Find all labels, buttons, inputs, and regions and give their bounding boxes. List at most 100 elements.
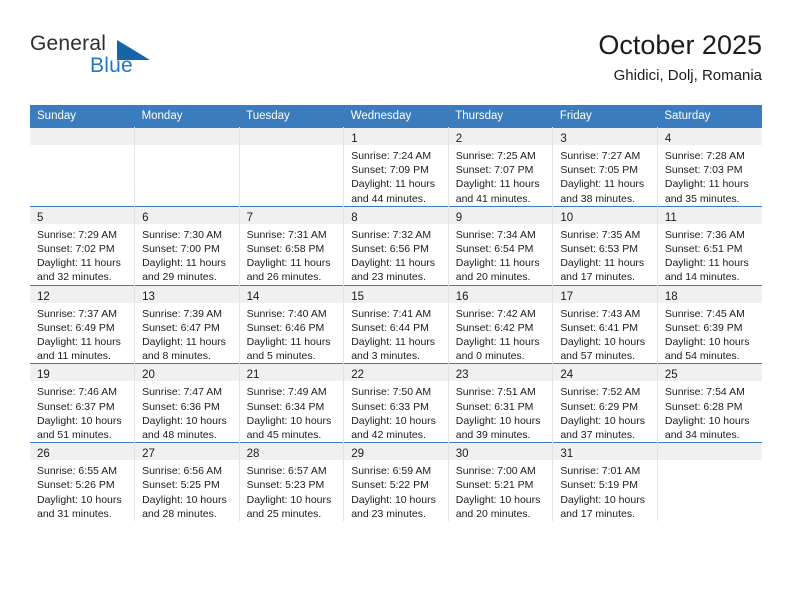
day-number-strip: 27 <box>135 443 239 461</box>
calendar-day-cell[interactable]: 2 Sunrise: 7:25 AM Sunset: 7:07 PM Daylight… <box>448 127 554 207</box>
calendar-day-cell[interactable]: 22 Sunrise: 7:50 AM Sunset: 6:33 PM Dayligh… <box>343 363 449 443</box>
day-number-strip: 8 <box>344 206 448 224</box>
calendar-day-cell[interactable]: 28 Sunrise: 6:57 AM Sunset: 5:23 PM Dayligh… <box>239 442 345 522</box>
calendar-cell-empty <box>657 442 762 522</box>
day-number: 19 <box>37 369 50 382</box>
calendar-day-cell[interactable]: 12 Sunrise: 7:37 AM Sunset: 6:49 PM Dayligh… <box>30 284 136 364</box>
calendar-day-cell[interactable]: 23 Sunrise: 7:51 AM Sunset: 6:31 PM Dayligh… <box>448 363 554 443</box>
daylight-text-line2: and 32 minutes. <box>37 271 112 284</box>
calendar-day-cell[interactable]: 6 Sunrise: 7:30 AM Sunset: 7:00 PM Daylight… <box>134 205 240 286</box>
calendar-day-cell[interactable]: 9 Sunrise: 7:34 AM Sunset: 6:54 PM Daylight… <box>448 205 554 286</box>
day-details: Sunrise: 7:01 AM Sunset: 5:19 PM Daylight:… <box>553 460 657 521</box>
day-number-strip: 5 <box>30 206 135 224</box>
calendar-day-cell[interactable]: 27 Sunrise: 6:56 AM Sunset: 5:25 PM Dayligh… <box>134 442 240 522</box>
calendar-day-cell[interactable]: 1 Sunrise: 7:24 AM Sunset: 7:09 PM Daylight… <box>343 127 449 207</box>
calendar-day-cell[interactable]: 13 Sunrise: 7:39 AM Sunset: 6:47 PM Dayligh… <box>134 284 240 364</box>
sunrise-text: Sunrise: 7:36 AM <box>664 228 745 241</box>
sunrise-text: Sunrise: 6:55 AM <box>37 465 117 478</box>
daylight-text-line1: Daylight: 10 hours <box>246 493 332 506</box>
day-number-strip: 23 <box>448 364 553 382</box>
sunset-text: Sunset: 5:22 PM <box>351 479 429 492</box>
day-number-strip: 17 <box>553 285 657 303</box>
day-number-strip: 15 <box>344 285 448 303</box>
sunset-text: Sunset: 6:46 PM <box>246 321 325 334</box>
calendar-day-cell[interactable]: 17 Sunrise: 7:43 AM Sunset: 6:41 PM Dayligh… <box>552 284 658 364</box>
daylight-text-line1: Daylight: 11 hours <box>664 178 749 191</box>
day-number-strip: 28 <box>239 443 344 461</box>
day-number: 21 <box>246 369 260 382</box>
daylight-text-line2: and 45 minutes. <box>246 429 322 442</box>
sunrise-text: Sunrise: 7:41 AM <box>351 307 432 320</box>
calendar-day-cell[interactable]: 8 Sunrise: 7:32 AM Sunset: 6:56 PM Daylight… <box>343 205 449 286</box>
day-details: Sunrise: 7:42 AM Sunset: 6:42 PM Daylight:… <box>449 303 553 364</box>
day-details: Sunrise: 7:49 AM Sunset: 6:34 PM Daylight:… <box>240 381 344 442</box>
calendar-day-cell[interactable]: 18 Sunrise: 7:45 AM Sunset: 6:39 PM Dayligh… <box>657 284 762 364</box>
daylight-text-line1: Daylight: 10 hours <box>142 414 227 427</box>
day-details: Sunrise: 6:56 AM Sunset: 5:25 PM Daylight:… <box>135 460 239 521</box>
day-number: 11 <box>664 211 677 224</box>
sunrise-text: Sunrise: 7:42 AM <box>455 307 536 320</box>
calendar-day-cell[interactable]: 16 Sunrise: 7:42 AM Sunset: 6:42 PM Dayligh… <box>448 284 554 364</box>
day-number: 9 <box>455 211 463 224</box>
daylight-text-line1: Daylight: 11 hours <box>37 257 121 270</box>
sunrise-text: Sunrise: 7:34 AM <box>455 228 536 241</box>
calendar-table: Sunday Monday Tuesday Wednesday Thursday… <box>30 105 762 522</box>
calendar-day-cell[interactable]: 3 Sunrise: 7:27 AM Sunset: 7:05 PM Daylight… <box>552 127 658 207</box>
daylight-text-line2: and 31 minutes. <box>37 507 112 520</box>
daylight-text-line2: and 17 minutes. <box>560 271 636 284</box>
calendar-day-cell[interactable]: 14 Sunrise: 7:40 AM Sunset: 6:46 PM Dayligh… <box>239 284 345 364</box>
sunrise-text: Sunrise: 6:57 AM <box>246 465 327 478</box>
day-details: Sunrise: 7:34 AM Sunset: 6:54 PM Daylight:… <box>449 224 553 285</box>
day-number-strip: 26 <box>30 443 135 461</box>
calendar-day-cell[interactable]: 19 Sunrise: 7:46 AM Sunset: 6:37 PM Dayligh… <box>30 363 136 443</box>
page-subtitle: Ghidici, Dolj, Romania <box>613 67 762 84</box>
sunset-text: Sunset: 5:23 PM <box>246 479 325 492</box>
sunrise-text: Sunrise: 7:51 AM <box>455 386 536 399</box>
day-details: Sunrise: 7:31 AM Sunset: 6:58 PM Daylight:… <box>240 224 344 285</box>
weekday-header-friday: Friday <box>552 105 658 128</box>
daylight-text-line2: and 34 minutes. <box>664 429 740 442</box>
calendar-cell-empty <box>239 127 345 207</box>
sunset-text: Sunset: 6:54 PM <box>455 243 534 256</box>
daylight-text-line2: and 25 minutes. <box>246 507 322 520</box>
daylight-text-line1: Daylight: 11 hours <box>246 257 331 270</box>
daylight-text-line2: and 28 minutes. <box>142 507 217 520</box>
calendar-day-cell[interactable]: 21 Sunrise: 7:49 AM Sunset: 6:34 PM Dayligh… <box>239 363 345 443</box>
calendar-page: General Blue October 2025 Ghidici, Dolj,… <box>0 0 792 612</box>
day-number-strip: 3 <box>553 128 657 145</box>
day-number-strip <box>135 128 239 145</box>
calendar-day-cell[interactable]: 15 Sunrise: 7:41 AM Sunset: 6:44 PM Dayligh… <box>343 284 449 364</box>
calendar-day-cell[interactable]: 4 Sunrise: 7:28 AM Sunset: 7:03 PM Daylight… <box>657 127 762 207</box>
day-number: 20 <box>142 369 155 382</box>
daylight-text-line2: and 5 minutes. <box>246 350 316 363</box>
day-number-strip: 4 <box>657 128 762 145</box>
day-number-strip: 14 <box>239 285 344 303</box>
daylight-text-line2: and 37 minutes. <box>560 429 636 442</box>
daylight-text-line1: Daylight: 11 hours <box>664 257 749 270</box>
calendar-day-cell[interactable]: 29 Sunrise: 6:59 AM Sunset: 5:22 PM Dayligh… <box>343 442 449 522</box>
day-details: Sunrise: 7:45 AM Sunset: 6:39 PM Daylight:… <box>658 303 762 364</box>
calendar-day-cell[interactable]: 30 Sunrise: 7:00 AM Sunset: 5:21 PM Dayligh… <box>448 442 554 522</box>
calendar-day-cell[interactable]: 31 Sunrise: 7:01 AM Sunset: 5:19 PM Dayligh… <box>552 442 658 522</box>
sunset-text: Sunset: 7:09 PM <box>351 164 429 177</box>
sunset-text: Sunset: 7:02 PM <box>37 243 115 256</box>
calendar-day-cell[interactable]: 26 Sunrise: 6:55 AM Sunset: 5:26 PM Dayligh… <box>30 442 136 522</box>
day-number: 12 <box>37 290 50 303</box>
daylight-text-line2: and 20 minutes. <box>455 271 531 284</box>
calendar-day-cell[interactable]: 11 Sunrise: 7:36 AM Sunset: 6:51 PM Dayligh… <box>657 205 762 286</box>
daylight-text-line2: and 51 minutes. <box>37 429 112 442</box>
day-number: 27 <box>142 448 155 461</box>
calendar-day-cell[interactable]: 20 Sunrise: 7:47 AM Sunset: 6:36 PM Dayligh… <box>134 363 240 443</box>
daylight-text-line2: and 35 minutes. <box>664 192 740 205</box>
day-number: 17 <box>560 290 574 303</box>
calendar-day-cell[interactable]: 25 Sunrise: 7:54 AM Sunset: 6:28 PM Dayligh… <box>657 363 762 443</box>
day-details: Sunrise: 7:47 AM Sunset: 6:36 PM Daylight:… <box>135 381 239 442</box>
sunrise-text: Sunrise: 7:45 AM <box>664 307 745 320</box>
calendar-week-row: 1 Sunrise: 7:24 AM Sunset: 7:09 PM Daylight… <box>30 127 762 207</box>
calendar-day-cell[interactable]: 24 Sunrise: 7:52 AM Sunset: 6:29 PM Dayligh… <box>552 363 658 443</box>
sunset-text: Sunset: 6:51 PM <box>664 243 743 256</box>
calendar-day-cell[interactable]: 10 Sunrise: 7:35 AM Sunset: 6:53 PM Dayligh… <box>552 205 658 286</box>
sunset-text: Sunset: 6:49 PM <box>37 321 115 334</box>
calendar-day-cell[interactable]: 5 Sunrise: 7:29 AM Sunset: 7:02 PM Daylight… <box>30 205 136 286</box>
calendar-day-cell[interactable]: 7 Sunrise: 7:31 AM Sunset: 6:58 PM Daylight… <box>239 205 345 286</box>
